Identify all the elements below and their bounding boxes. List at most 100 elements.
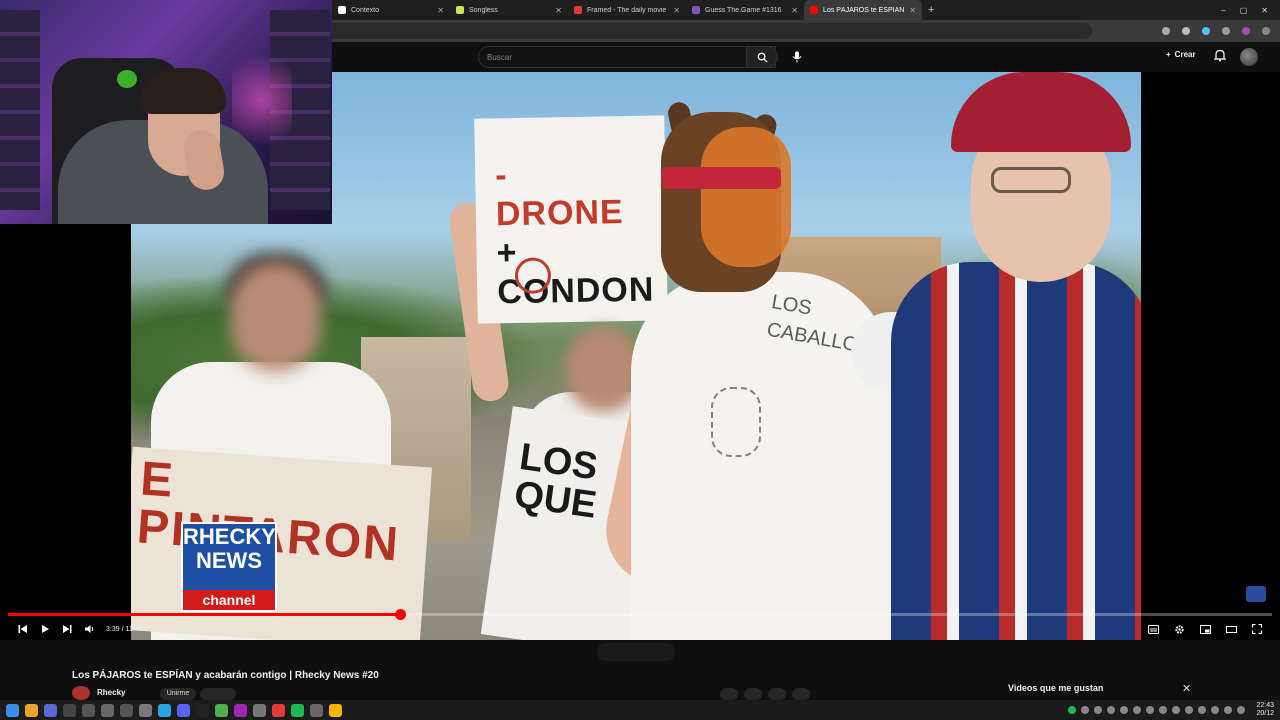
- tab-close-icon[interactable]: ✕: [673, 6, 680, 15]
- play-button[interactable]: [34, 620, 56, 638]
- like-button[interactable]: [720, 688, 738, 700]
- subtitles-icon: [1147, 624, 1159, 634]
- streamer-hair: [140, 68, 226, 114]
- app-icon[interactable]: [139, 703, 152, 717]
- tray-icon[interactable]: [1159, 706, 1168, 714]
- extension-icon[interactable]: [1202, 27, 1210, 35]
- playlist-panel: Videos que me gustan ✕: [1000, 677, 1200, 700]
- gear-icon: [1174, 624, 1184, 634]
- playlist-title[interactable]: Videos que me gustan: [1008, 683, 1103, 693]
- play-icon: [42, 625, 49, 633]
- app-icon[interactable]: [234, 703, 247, 717]
- channel-watermark[interactable]: [1246, 586, 1266, 602]
- tab-close-icon[interactable]: ✕: [791, 6, 798, 15]
- tab-close-icon[interactable]: ✕: [437, 6, 444, 15]
- tray-icon[interactable]: [1081, 706, 1090, 714]
- tray-icon[interactable]: [1094, 706, 1103, 714]
- star-icon[interactable]: [1182, 27, 1190, 35]
- search-input[interactable]: [478, 46, 776, 68]
- next-button[interactable]: [56, 620, 78, 638]
- channel-name[interactable]: Rhecky: [97, 688, 125, 697]
- channel-avatar[interactable]: [72, 686, 90, 700]
- tray-icon[interactable]: [1211, 706, 1220, 714]
- discord-icon[interactable]: [177, 703, 190, 717]
- tab-close-icon[interactable]: ✕: [555, 6, 562, 15]
- install-icon[interactable]: [1162, 27, 1170, 35]
- player-controls-right: [1142, 620, 1268, 638]
- tab-framed[interactable]: Framed - The daily movie guessi ✕: [568, 0, 686, 20]
- miniplayer-button[interactable]: [1194, 620, 1216, 638]
- tab-label: Contexto: [351, 6, 380, 14]
- fullscreen-button[interactable]: [1246, 620, 1268, 638]
- minimize-icon[interactable]: –: [1221, 6, 1225, 15]
- join-button[interactable]: Unirme: [160, 688, 196, 700]
- logo-text: RHECKY: [183, 524, 276, 549]
- subtitles-button[interactable]: [1142, 620, 1164, 638]
- tray-icon[interactable]: [1107, 706, 1116, 714]
- songless-favicon-icon: [456, 6, 464, 14]
- bell-icon: [1213, 49, 1227, 62]
- volume-button[interactable]: [78, 620, 100, 638]
- clock-time: 22:43: [1256, 702, 1274, 709]
- windows-start-icon[interactable]: [6, 703, 19, 717]
- tab-guess-the-game[interactable]: Guess The.Game #1316 ✕: [686, 0, 804, 20]
- subscribed-button[interactable]: [200, 688, 236, 700]
- window-close-icon[interactable]: ✕: [1261, 6, 1268, 15]
- puzzle-icon[interactable]: [1222, 27, 1230, 35]
- fullscreen-icon: [1252, 624, 1262, 634]
- app-icon[interactable]: [215, 703, 228, 717]
- search-icon[interactable]: [25, 703, 38, 717]
- tray-icon[interactable]: [1198, 706, 1207, 714]
- app-icon[interactable]: [63, 703, 76, 717]
- theater-mode-button[interactable]: [1220, 620, 1242, 638]
- tray-icon[interactable]: [1172, 706, 1181, 714]
- tab-contexto[interactable]: Contexto ✕: [332, 0, 450, 20]
- menu-icon[interactable]: [1262, 27, 1270, 35]
- settings-button[interactable]: [1168, 620, 1190, 638]
- create-button[interactable]: + Crear: [1166, 50, 1196, 59]
- previous-button[interactable]: [12, 620, 34, 638]
- maximize-icon[interactable]: ▢: [1240, 6, 1248, 15]
- tab-label: Los PÁJAROS te ESPÍAN y a: [823, 6, 905, 14]
- progress-bar[interactable]: [8, 609, 1272, 620]
- app-icon[interactable]: [253, 703, 266, 717]
- clip-button[interactable]: [791, 688, 810, 700]
- app-icon[interactable]: [101, 703, 114, 717]
- app-icon[interactable]: [120, 703, 133, 717]
- tab-youtube-video[interactable]: Los PÁJAROS te ESPÍAN y a ✕: [804, 0, 922, 20]
- new-tab-icon[interactable]: +: [922, 4, 940, 16]
- voice-search-button[interactable]: [788, 48, 806, 66]
- tray-icon[interactable]: [1237, 706, 1246, 714]
- system-tray: 22:43 20/12: [1068, 702, 1274, 718]
- app-icon[interactable]: [310, 703, 323, 717]
- share-button[interactable]: [743, 688, 762, 700]
- tray-icon[interactable]: [1120, 706, 1129, 714]
- search-button[interactable]: [746, 46, 778, 68]
- browser-tab-strip: Contexto ✕ Songless ✕ Framed - The daily…: [332, 0, 1280, 20]
- tab-songless[interactable]: Songless ✕: [450, 0, 568, 20]
- spotify-icon[interactable]: [291, 703, 304, 717]
- search-icon: [757, 52, 768, 63]
- telegram-icon[interactable]: [158, 703, 171, 717]
- tray-icon[interactable]: [1133, 706, 1142, 714]
- close-icon[interactable]: ✕: [1182, 682, 1191, 695]
- miniplayer-icon: [1199, 624, 1211, 634]
- notifications-button[interactable]: [1213, 49, 1227, 67]
- save-button[interactable]: [767, 688, 786, 700]
- tray-icon[interactable]: [1068, 706, 1077, 714]
- clock[interactable]: 22:43 20/12: [1256, 702, 1274, 718]
- app-icon[interactable]: [272, 703, 285, 717]
- tray-icon[interactable]: [1146, 706, 1155, 714]
- app-icon[interactable]: [82, 703, 95, 717]
- profile-icon[interactable]: [1242, 27, 1250, 35]
- guessthegame-favicon-icon: [692, 6, 700, 14]
- tray-icon[interactable]: [1224, 706, 1233, 714]
- address-bar[interactable]: [332, 23, 1092, 39]
- app-icon[interactable]: [44, 703, 57, 717]
- chrome-icon[interactable]: [329, 703, 342, 717]
- tab-label: Songless: [469, 6, 498, 14]
- tray-icon[interactable]: [1185, 706, 1194, 714]
- tiktok-icon[interactable]: [196, 703, 209, 717]
- tab-close-icon[interactable]: ✕: [909, 6, 916, 15]
- account-avatar[interactable]: [1240, 48, 1258, 66]
